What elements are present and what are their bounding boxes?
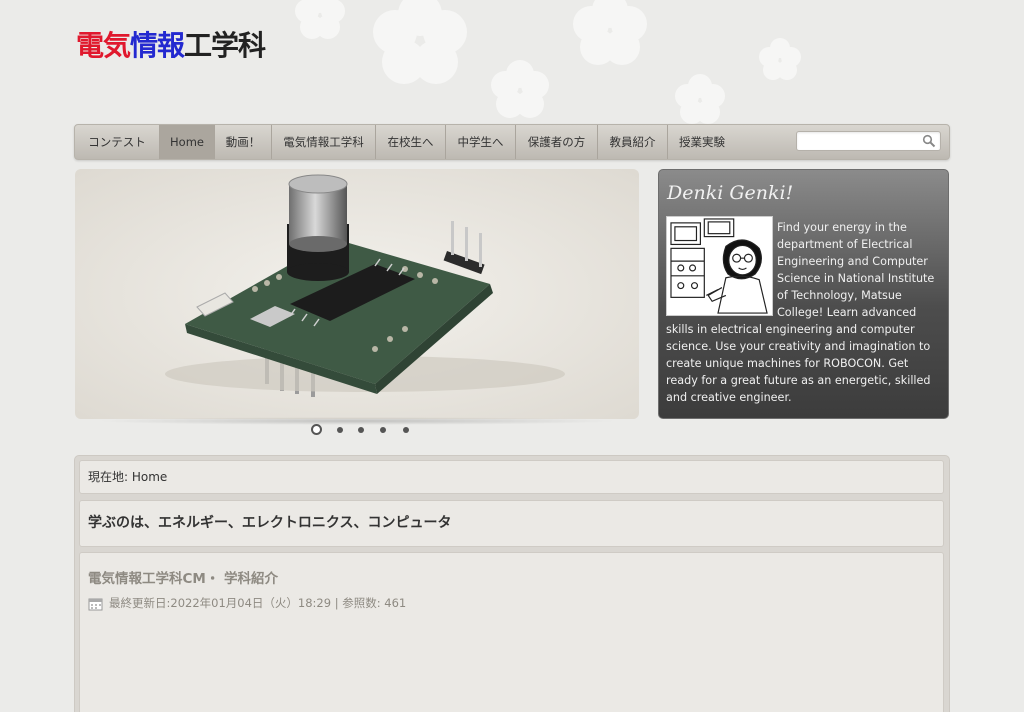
nav-item-home[interactable]: Home (160, 125, 215, 159)
slider-dot-2[interactable] (337, 427, 343, 433)
site-logo[interactable]: 電気情報工学科 (76, 24, 266, 64)
search-input[interactable] (797, 132, 917, 150)
main-nav: コンテスト Home 動画！ 電気情報工学科 在校生へ 中学生へ 保護者の方 教… (74, 124, 950, 160)
breadcrumb-current: Home (131, 470, 168, 484)
search-box (796, 131, 941, 151)
nav-item-video[interactable]: 動画！ (215, 125, 272, 159)
calendar-icon (88, 598, 103, 610)
image-slider[interactable] (75, 169, 639, 419)
article-meta: 最終更新日:2022年01月04日（火）18:29 | 参照数: 461 (88, 595, 406, 611)
panel-title: Denki Genki! (667, 182, 794, 204)
denki-genki-panel: Denki Genki! Find your energy in the dep… (658, 169, 949, 419)
slider-dot-1[interactable] (311, 424, 322, 435)
slider-dot-4[interactable] (380, 427, 386, 433)
nav-item-students[interactable]: 在校生へ (376, 125, 446, 159)
article-title[interactable]: 電気情報工学科CM・ 学科紹介 (88, 567, 278, 587)
slider-dot-3[interactable] (358, 427, 364, 433)
circuit-board-image (75, 169, 639, 419)
page-heading-box: 学ぶのは、エネルギー、エレクトロニクス、コンピュータ (79, 500, 944, 547)
panel-description: Find your energy in the department of El… (666, 219, 942, 406)
nav-item-contest[interactable]: コンテスト (75, 125, 160, 159)
logo-part-joho: 情報 (130, 29, 185, 62)
nav-item-class-experiments[interactable]: 授業実験 (668, 125, 736, 159)
nav-item-department[interactable]: 電気情報工学科 (272, 125, 376, 159)
page-heading: 学ぶのは、エネルギー、エレクトロニクス、コンピュータ (88, 515, 452, 531)
logo-part-kogakuka: 工学科 (184, 29, 266, 62)
breadcrumb: 現在地: Home (79, 460, 944, 494)
nav-item-faculty[interactable]: 教員紹介 (598, 125, 668, 159)
article: 電気情報工学科CM・ 学科紹介 最終更新日:2022年01月04日（火）18:2… (79, 552, 944, 712)
nav-item-parents[interactable]: 保護者の方 (516, 125, 598, 159)
breadcrumb-prefix: 現在地: (88, 470, 132, 484)
slider-pagination (309, 424, 419, 438)
nav-item-junior-high[interactable]: 中学生へ (446, 125, 516, 159)
search-icon[interactable] (922, 134, 936, 148)
slider-dot-5[interactable] (403, 427, 409, 433)
article-meta-text: 最終更新日:2022年01月04日（火）18:29 | 参照数: 461 (109, 596, 407, 610)
logo-part-denki: 電気 (76, 29, 131, 62)
text-wrap-spacer (666, 219, 777, 321)
